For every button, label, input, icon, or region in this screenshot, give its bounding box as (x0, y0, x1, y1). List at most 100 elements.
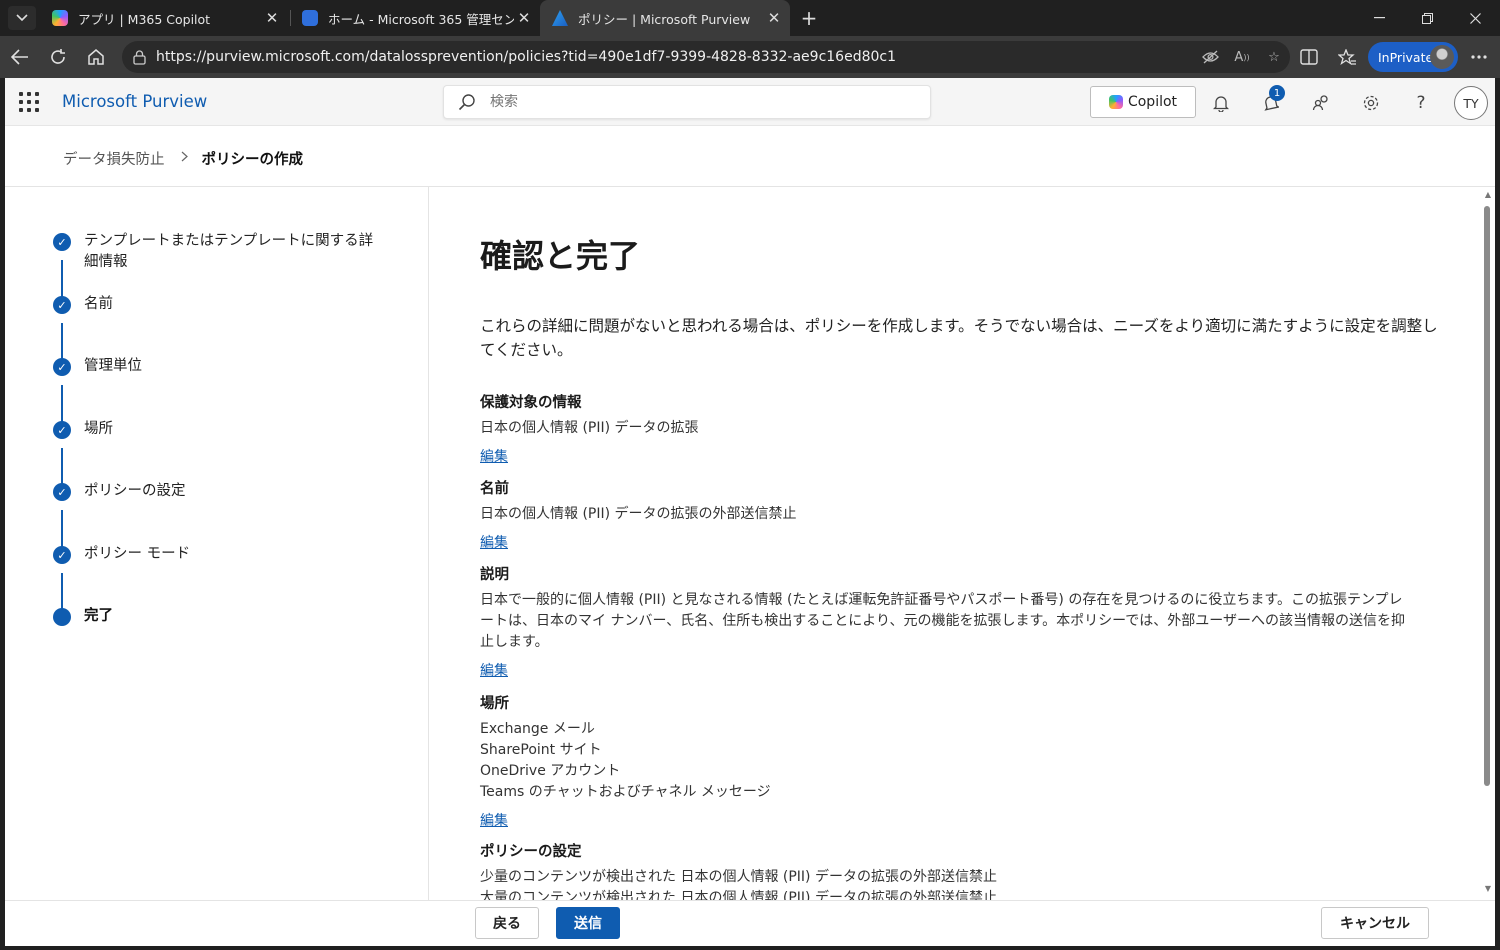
copilot-label: Copilot (1127, 94, 1178, 110)
section-protected-info: 保護対象の情報 日本の個人情報 (PII) データの拡張 編集 (480, 391, 1410, 466)
section-title: ポリシーの設定 (480, 844, 582, 860)
checkmark-icon: ✓ (53, 546, 71, 564)
checkmark-icon: ✓ (53, 483, 71, 501)
tab-actions-menu[interactable] (8, 6, 36, 30)
checkmark-icon: ✓ (53, 296, 71, 314)
browser-tab-purview[interactable]: ポリシー | Microsoft Purview ✕ (540, 0, 790, 36)
admin-center-icon (302, 10, 318, 26)
step-name[interactable]: ✓ 名前 (53, 296, 384, 315)
tab-title: ホーム - Microsoft 365 管理センター (328, 11, 514, 27)
product-name[interactable]: Microsoft Purview (62, 92, 207, 111)
close-icon[interactable]: ✕ (262, 8, 282, 28)
favorite-star-icon[interactable]: ☆ (1258, 50, 1290, 65)
step-label: ポリシーの設定 (84, 483, 186, 499)
copilot-icon (1108, 95, 1123, 109)
refresh-button[interactable] (44, 43, 72, 71)
copilot-button[interactable]: Copilot (1090, 86, 1196, 118)
window-close-button[interactable] (1452, 0, 1498, 36)
intro-text: これらの詳細に問題がないと思われる場合は、ポリシーを作成します。そうでない場合は… (480, 317, 1438, 359)
tab-title: アプリ | M365 Copilot (78, 11, 211, 27)
bell-icon (1213, 96, 1229, 112)
search-icon (444, 93, 490, 111)
step-template[interactable]: ✓ テンプレートまたはテンプレートに関する詳細情報 (53, 233, 384, 273)
checkmark-icon: ✓ (53, 421, 71, 439)
step-policy-settings[interactable]: ✓ ポリシーの設定 (53, 483, 384, 502)
browser-toolbar: https://purview.microsoft.com/datalosspr… (0, 36, 1500, 78)
location-item: SharePoint サイト (480, 742, 602, 758)
back-button[interactable]: 戻る (475, 907, 539, 939)
cancel-button[interactable]: キャンセル (1321, 907, 1429, 939)
user-avatar[interactable]: TY (1454, 86, 1488, 120)
scrollbar-thumb[interactable] (1484, 206, 1490, 786)
edit-link[interactable]: 編集 (480, 532, 508, 552)
back-button[interactable] (6, 43, 34, 71)
favorites-button[interactable] (1333, 43, 1361, 71)
section-value: 日本の個人情報 (PII) データの拡張の外部送信禁止 (480, 506, 797, 522)
breadcrumb-parent[interactable]: データ損失防止 (63, 148, 165, 169)
section-locations: 場所 Exchange メール SharePoint サイト OneDrive … (480, 692, 1410, 830)
checkmark-icon: ✓ (53, 233, 71, 251)
tracking-prevention-icon[interactable] (1194, 50, 1226, 64)
step-locations[interactable]: ✓ 場所 (53, 421, 384, 440)
profile-avatar (1430, 45, 1454, 69)
read-aloud-icon[interactable]: A)) (1226, 50, 1258, 65)
lock-icon[interactable] (122, 49, 156, 65)
copilot-app-icon (52, 10, 68, 26)
wizard-footer: 戻る 送信 キャンセル (5, 900, 1495, 946)
community-button[interactable] (1306, 88, 1336, 118)
close-icon[interactable]: ✕ (764, 8, 784, 28)
section-value: 日本で一般的に個人情報 (PII) と見なされる情報 (たとえば運転免許証番号や… (480, 592, 1405, 650)
step-label: 名前 (84, 296, 113, 312)
current-step-dot (53, 608, 71, 626)
scroll-up-arrow-icon[interactable]: ▲ (1485, 190, 1491, 199)
chevron-right-icon (181, 151, 188, 166)
home-button[interactable] (82, 43, 110, 71)
scroll-down-arrow-icon[interactable]: ▼ (1485, 884, 1491, 893)
step-label: 管理単位 (84, 358, 142, 374)
review-panel: 確認と完了 これらの詳細に問題がないと思われる場合は、ポリシーを作成します。そう… (430, 187, 1495, 901)
edit-link[interactable]: 編集 (480, 660, 508, 680)
favorites-icon (1337, 48, 1356, 65)
minimize-button[interactable] (1356, 0, 1402, 36)
close-icon[interactable]: ✕ (514, 8, 534, 28)
inprivate-badge[interactable]: InPrivate (1368, 42, 1458, 72)
notifications-button[interactable] (1206, 88, 1236, 118)
step-finish[interactable]: 完了 (53, 608, 384, 627)
step-policy-mode[interactable]: ✓ ポリシー モード (53, 546, 384, 565)
step-admin-units[interactable]: ✓ 管理単位 (53, 358, 384, 377)
section-title: 説明 (480, 567, 509, 583)
question-mark-icon: ? (1416, 93, 1426, 113)
address-bar[interactable]: https://purview.microsoft.com/datalosspr… (122, 41, 1290, 73)
gear-icon (1363, 95, 1379, 111)
url-text[interactable]: https://purview.microsoft.com/datalosspr… (156, 49, 1194, 65)
breadcrumb-current: ポリシーの作成 (201, 152, 304, 168)
alerts-button[interactable]: 1 (1256, 85, 1286, 118)
notification-count-badge: 1 (1269, 85, 1285, 101)
split-screen-button[interactable] (1295, 43, 1323, 71)
location-item: Teams のチャットおよびチャネル メッセージ (480, 784, 771, 800)
section-value: 日本の個人情報 (PII) データの拡張 (480, 420, 699, 436)
checkmark-icon: ✓ (53, 358, 71, 376)
section-value-list: 少量のコンテンツが検出された 日本の個人情報 (PII) データの拡張の外部送信… (480, 867, 1410, 901)
minimize-icon (1373, 17, 1385, 19)
edit-link[interactable]: 編集 (480, 446, 508, 466)
new-tab-button[interactable]: + (796, 6, 822, 30)
section-title: 場所 (480, 696, 509, 712)
restore-button[interactable] (1404, 0, 1450, 36)
browser-tab-strip: アプリ | M365 Copilot ✕ ホーム - Microsoft 365… (0, 0, 1500, 36)
browser-tab-admin-center[interactable]: ホーム - Microsoft 365 管理センター ✕ (290, 0, 540, 36)
chevron-down-icon (16, 14, 28, 22)
search-box[interactable] (443, 85, 931, 119)
inprivate-label: InPrivate (1378, 49, 1434, 65)
step-label: ポリシー モード (84, 546, 191, 562)
settings-more-button[interactable] (1465, 43, 1493, 71)
people-icon (1312, 95, 1328, 111)
browser-tab-copilot[interactable]: アプリ | M365 Copilot ✕ (40, 0, 288, 36)
help-button[interactable]: ? (1406, 88, 1436, 118)
settings-button[interactable] (1356, 88, 1386, 118)
search-input[interactable] (490, 94, 890, 110)
app-launcher-icon[interactable] (19, 92, 39, 112)
page-title: 確認と完了 (480, 237, 641, 275)
edit-link[interactable]: 編集 (480, 810, 508, 830)
submit-button[interactable]: 送信 (556, 907, 620, 939)
